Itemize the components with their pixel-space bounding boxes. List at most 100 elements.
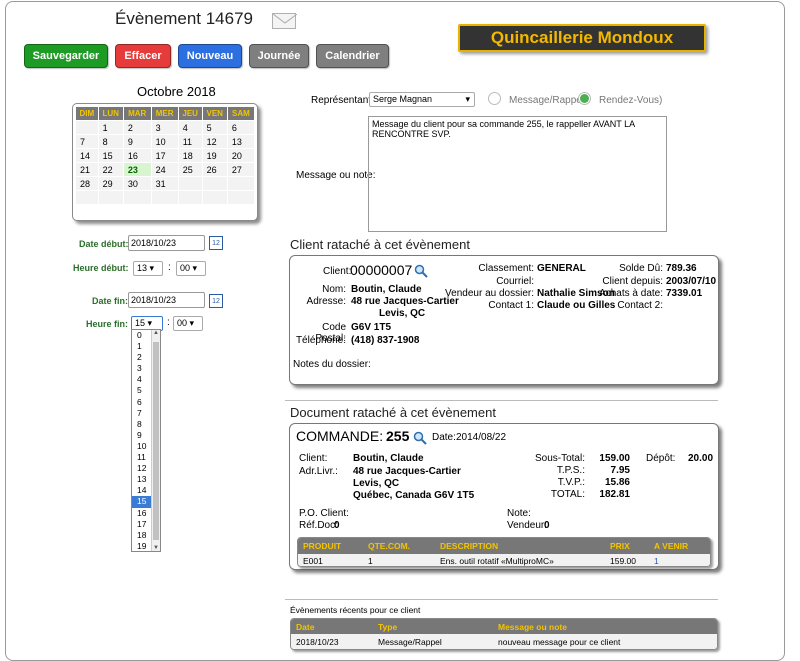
- search-icon[interactable]: [414, 264, 428, 278]
- end-minute-select[interactable]: 00 ▾: [173, 316, 203, 331]
- ref-label: Réf.Doc:: [299, 520, 338, 531]
- day-header: SAM: [226, 106, 256, 121]
- scrollbar-thumb[interactable]: [153, 342, 159, 540]
- calendar-day[interactable]: 10: [150, 134, 179, 149]
- day-header: MAR: [122, 106, 152, 121]
- doc-client: Boutin, Claude: [353, 453, 424, 464]
- ref-value: 0: [334, 520, 340, 531]
- calendar-day[interactable]: [201, 176, 228, 191]
- calendar-day[interactable]: 20: [226, 148, 256, 163]
- calendar-day[interactable]: 26: [201, 162, 228, 177]
- dropdown-scrollbar[interactable]: ▲ ▼: [151, 330, 160, 551]
- po-label: P.O. Client:: [299, 508, 349, 519]
- balance-value: 789.36: [666, 263, 697, 274]
- note-textarea[interactable]: Message du client pour sa commande 255, …: [368, 116, 667, 232]
- recent-events-table: Date Type Message ou note 2018/10/23 Mes…: [290, 618, 718, 650]
- calendar-picker-icon[interactable]: 12: [209, 294, 223, 308]
- envelope-icon[interactable]: [272, 13, 298, 29]
- calendar-day[interactable]: 21: [75, 162, 99, 177]
- subtotal-value: 159.00: [599, 453, 630, 464]
- calendar-day[interactable]: 4: [177, 120, 203, 135]
- day-header: VEN: [201, 106, 228, 121]
- client-notes-label: Notes du dossier:: [293, 359, 371, 370]
- document-lines-table: PRODUIT QTE.COM. DESCRIPTION PRIX A VENI…: [297, 537, 711, 567]
- doc-address-label: Adr.Livr.:: [299, 466, 338, 477]
- total-label: TOTAL:: [550, 489, 585, 500]
- calendar-day[interactable]: 24: [150, 162, 179, 177]
- calendar-day: [177, 190, 203, 205]
- column-header: Type: [378, 622, 398, 632]
- day-header: LUN: [97, 106, 124, 121]
- calendar-day[interactable]: 15: [97, 148, 124, 163]
- start-date-input[interactable]: 2018/10/23: [128, 235, 205, 251]
- calendar-day[interactable]: 18: [177, 148, 203, 163]
- calendar-day[interactable]: 22: [97, 162, 124, 177]
- mini-calendar: DIM LUN MAR MER JEU VEN SAM 1 2 3 4 5 6 …: [72, 103, 258, 221]
- calendar-day[interactable]: 1: [97, 120, 124, 135]
- calendar-header-row: DIM LUN MAR MER JEU VEN SAM: [75, 106, 256, 121]
- calendar-day[interactable]: 17: [150, 148, 179, 163]
- message-radio-label: Message/Rappel: [509, 95, 585, 106]
- tvp-label: T.V.P.:: [557, 477, 585, 488]
- calendar-day[interactable]: [75, 120, 99, 135]
- hour-dropdown-list[interactable]: 0 1 2 3 4 5 6 7 8 9 10 11 12 13 14 15 16…: [131, 329, 161, 552]
- calendar-day[interactable]: 25: [177, 162, 203, 177]
- rdv-radio[interactable]: [578, 92, 591, 105]
- divider: [285, 400, 718, 401]
- page-title: Évènement 14679: [115, 9, 253, 28]
- calendar-day[interactable]: 9: [122, 134, 152, 149]
- calendar-week: 14 15 16 17 18 19 20: [75, 148, 256, 163]
- calendar-day[interactable]: 12: [201, 134, 228, 149]
- calendar-button[interactable]: Calendrier: [316, 44, 389, 68]
- calendar-day[interactable]: 29: [97, 176, 124, 191]
- calendar-day[interactable]: 13: [226, 134, 256, 149]
- purchases-value: 7339.01: [666, 288, 703, 299]
- calendar-day: [201, 190, 228, 205]
- doc-address-line3: Québec, Canada G6V 1T5: [353, 490, 475, 501]
- calendar-day[interactable]: 27: [226, 162, 256, 177]
- rep-select[interactable]: Serge Magnan ▾: [369, 92, 475, 107]
- calendar-day[interactable]: 2: [122, 120, 152, 135]
- table-cell: nouveau message pour ce client: [498, 637, 621, 647]
- calendar-picker-icon[interactable]: 12: [209, 236, 223, 250]
- calendar-day[interactable]: 3: [150, 120, 179, 135]
- column-header: PRODUIT: [303, 541, 342, 551]
- calendar-day[interactable]: 6: [226, 120, 256, 135]
- note-label: Message ou note:: [296, 170, 376, 181]
- calendar-day[interactable]: 28: [75, 176, 99, 191]
- start-hour-select[interactable]: 13 ▾: [133, 261, 163, 276]
- calendar-day[interactable]: 16: [122, 148, 152, 163]
- calendar-day-today[interactable]: 23: [122, 162, 152, 177]
- calendar-week: 1 2 3 4 5 6: [75, 120, 256, 135]
- day-button[interactable]: Journée: [249, 44, 309, 68]
- calendar-day[interactable]: 30: [122, 176, 152, 191]
- start-minute-select[interactable]: 00 ▾: [176, 261, 206, 276]
- search-icon[interactable]: [413, 431, 427, 445]
- document-number: 255: [386, 428, 410, 444]
- calendar-day[interactable]: 5: [201, 120, 228, 135]
- table-cell: 159.00: [610, 556, 636, 566]
- table-cell: 1: [654, 556, 659, 566]
- save-button[interactable]: Sauvegarder: [24, 44, 108, 68]
- calendar-day[interactable]: [226, 176, 256, 191]
- calendar-day[interactable]: 8: [97, 134, 124, 149]
- calendar-day[interactable]: 31: [150, 176, 179, 191]
- start-date-label: Date début:: [79, 239, 129, 249]
- delete-button[interactable]: Effacer: [115, 44, 171, 68]
- calendar-day[interactable]: 19: [201, 148, 228, 163]
- calendar-day: [75, 190, 99, 205]
- client-address-line2: Levis, QC: [379, 308, 426, 319]
- end-date-label: Date fin:: [92, 296, 128, 306]
- client-since-label: Client depuis:: [602, 276, 663, 287]
- new-button[interactable]: Nouveau: [178, 44, 242, 68]
- client-since-value: 2003/07/10: [666, 276, 717, 287]
- calendar-day[interactable]: 7: [75, 134, 99, 149]
- end-date-input[interactable]: 2018/10/23: [128, 292, 205, 308]
- calendar-day[interactable]: 14: [75, 148, 99, 163]
- contact2-label: Contact 2:: [617, 300, 663, 311]
- calendar-day[interactable]: [177, 176, 203, 191]
- column-header: PRIX: [610, 541, 630, 551]
- client-name-label: Nom:: [322, 284, 346, 295]
- calendar-day[interactable]: 11: [177, 134, 203, 149]
- message-radio[interactable]: [488, 92, 501, 105]
